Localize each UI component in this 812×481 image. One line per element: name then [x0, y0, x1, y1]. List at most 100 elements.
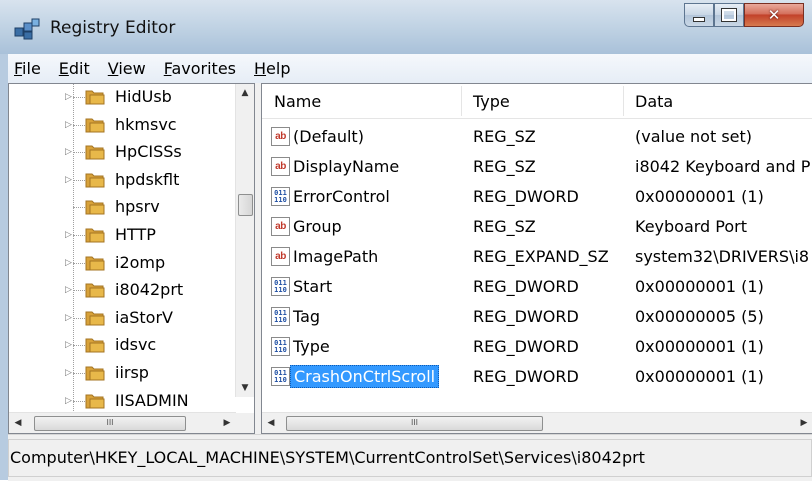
tree-horizontal-scroll-thumb[interactable]: III: [34, 416, 186, 431]
value-data: Keyboard Port: [635, 217, 748, 236]
column-header-type[interactable]: Type: [473, 92, 510, 111]
tree-connector-line: [73, 317, 85, 319]
menu-bar: File Edit View Favorites Help: [8, 54, 812, 83]
value-row[interactable]: 011 110 CrashOnCtrlScroll REG_DWORD 0x000000…: [262, 362, 812, 392]
close-button[interactable]: ✕: [744, 3, 804, 27]
tree-connector-line: [73, 152, 85, 154]
expand-arrow-icon[interactable]: ▷: [65, 231, 72, 240]
menu-view[interactable]: View: [99, 59, 155, 78]
folder-icon: [85, 283, 105, 298]
value-row[interactable]: 011 110 Tag REG_DWORD 0x00000005 (5): [262, 302, 812, 332]
tree-item-label: hpsrv: [115, 197, 160, 217]
menu-help[interactable]: Help: [245, 59, 299, 78]
scroll-right-arrow-icon[interactable]: ▶: [218, 413, 236, 433]
value-name: DisplayName: [293, 157, 400, 176]
value-name: ErrorControl: [293, 187, 390, 206]
column-divider[interactable]: [623, 86, 624, 116]
tree-item[interactable]: ▷ HTTP: [9, 222, 229, 249]
expand-arrow-icon[interactable]: ▷: [65, 369, 72, 378]
value-data: (value not set): [635, 127, 753, 146]
column-header-name[interactable]: Name: [274, 92, 321, 111]
tree-item[interactable]: ▷ iaStorV: [9, 305, 229, 332]
scroll-right-arrow-icon[interactable]: ▶: [795, 413, 812, 433]
tree-item[interactable]: hpsrv: [9, 194, 229, 221]
value-row[interactable]: ab DisplayName REG_SZ i8042 Keyboard and P: [262, 152, 812, 182]
tree-item[interactable]: ▷ iirsp: [9, 360, 229, 387]
folder-icon: [85, 366, 105, 381]
tree-item[interactable]: ▷ idsvc: [9, 332, 229, 359]
folder-icon: [85, 394, 105, 409]
expand-arrow-icon[interactable]: ▷: [65, 258, 72, 268]
tree-connector-line: [73, 207, 85, 209]
value-row[interactable]: ab (Default) REG_SZ (value not set): [262, 122, 812, 152]
tree-item[interactable]: ▷ hpdskflt: [9, 167, 229, 194]
tree-connector-line: [73, 179, 85, 181]
value-type: REG_SZ: [473, 127, 536, 146]
value-row[interactable]: 011 110 ErrorControl REG_DWORD 0x00000001 (1…: [262, 182, 812, 212]
expand-arrow-icon[interactable]: ▷: [65, 175, 72, 185]
tree-horizontal-scrollbar[interactable]: ◀ III ▶: [9, 412, 236, 433]
folder-icon: [85, 256, 105, 271]
tree-item[interactable]: ▷ IISADMIN: [9, 388, 229, 415]
value-row[interactable]: 011 110 Start REG_DWORD 0x00000001 (1): [262, 272, 812, 302]
expand-arrow-icon[interactable]: ▷: [65, 93, 72, 102]
tree-item-label: iaStorV: [115, 307, 173, 327]
list-horizontal-scroll-thumb[interactable]: III: [286, 416, 543, 431]
scroll-down-arrow-icon[interactable]: ▼: [236, 379, 254, 397]
tree-connector-line: [73, 373, 85, 374]
menu-favorites[interactable]: Favorites: [155, 59, 245, 78]
expand-arrow-icon[interactable]: ▷: [65, 120, 72, 130]
menu-file[interactable]: File: [8, 59, 50, 78]
tree-connector-line: [73, 97, 85, 98]
value-type: REG_DWORD: [473, 367, 579, 386]
tree-item[interactable]: ▷ i8042prt: [9, 277, 229, 304]
menu-edit[interactable]: Edit: [50, 59, 99, 78]
scroll-up-arrow-icon[interactable]: ▲: [236, 84, 254, 102]
minimize-icon: [693, 16, 705, 22]
tree-vertical-scrollbar[interactable]: ▲ ▼: [235, 84, 254, 397]
expand-arrow-icon[interactable]: ▷: [65, 286, 72, 295]
column-divider[interactable]: [461, 86, 462, 116]
column-header-data[interactable]: Data: [635, 92, 673, 111]
expand-arrow-icon[interactable]: ▷: [65, 313, 72, 323]
tree-connector-line: [73, 235, 85, 236]
scroll-left-arrow-icon[interactable]: ◀: [262, 413, 280, 433]
tree-item[interactable]: ▷ HpCISSs: [9, 139, 229, 166]
tree-connector-line: [73, 290, 85, 292]
minimize-button[interactable]: [684, 3, 714, 27]
value-type: REG_DWORD: [473, 277, 579, 296]
dword-value-icon: 011 110: [271, 337, 290, 356]
tree-item-label: IISADMIN: [115, 390, 189, 410]
expand-arrow-icon[interactable]: ▷: [65, 396, 72, 406]
list-horizontal-scrollbar[interactable]: ◀ III ▶: [262, 412, 812, 433]
dword-value-icon: 011 110: [271, 277, 290, 296]
scroll-left-arrow-icon[interactable]: ◀: [9, 413, 27, 433]
expand-arrow-icon[interactable]: ▷: [65, 341, 72, 350]
tree-item[interactable]: ▷ hkmsvc: [9, 112, 229, 139]
tree-item[interactable]: ▷ HidUsb: [9, 84, 229, 111]
values-list-pane[interactable]: Name Type Data ab (Default) REG_SZ (value n…: [261, 83, 812, 434]
tree-vertical-scroll-thumb[interactable]: [238, 194, 253, 216]
tree-item[interactable]: ▷ i2omp: [9, 250, 229, 277]
value-data: 0x00000005 (5): [635, 307, 764, 326]
registry-editor-app-icon: [14, 18, 40, 40]
status-path: Computer\HKEY_LOCAL_MACHINE\SYSTEM\Curre…: [10, 448, 645, 467]
value-data: 0x00000001 (1): [635, 277, 764, 296]
folder-icon: [85, 118, 105, 133]
tree-item-label: hpdskflt: [115, 169, 180, 189]
scrollbar-corner: [236, 413, 254, 433]
folder-icon: [85, 228, 105, 243]
registry-editor-window: Registry Editor ✕ File Edit View Favorit…: [0, 0, 812, 481]
maximize-button[interactable]: [714, 3, 744, 27]
value-row[interactable]: 011 110 Type REG_DWORD 0x00000001 (1): [262, 332, 812, 362]
value-name: Group: [293, 217, 342, 236]
folder-icon: [85, 311, 105, 326]
tree-connector-line: [73, 345, 85, 347]
list-header: Name Type Data: [262, 84, 812, 119]
tree-item-label: i8042prt: [115, 280, 184, 300]
value-row[interactable]: ab Group REG_SZ Keyboard Port: [262, 212, 812, 242]
value-row[interactable]: ab ImagePath REG_EXPAND_SZ system32\DRIVERS…: [262, 242, 812, 272]
key-tree-pane[interactable]: ▷ HidUsb ▷ hkmsvc ▷ HpCISSs ▷ hpdskflt hpsrv ▷ HTT…: [8, 83, 255, 434]
title-bar[interactable]: Registry Editor ✕: [0, 0, 812, 54]
expand-arrow-icon[interactable]: ▷: [65, 148, 72, 157]
